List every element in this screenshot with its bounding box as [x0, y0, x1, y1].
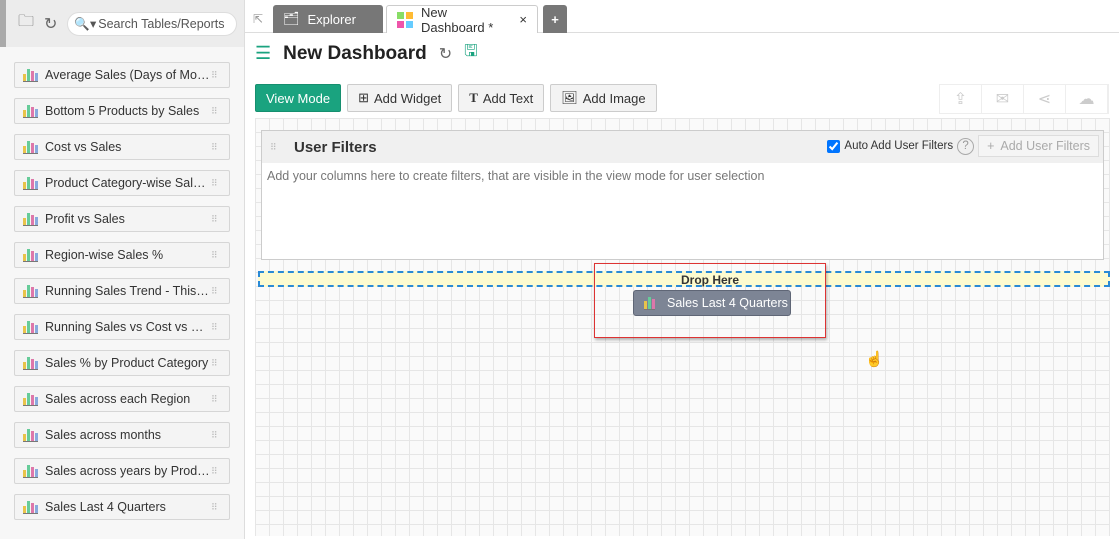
report-list-item[interactable]: Cost vs Sales ⠿ — [14, 134, 230, 160]
report-list-item-label: Sales across months — [45, 428, 162, 442]
drag-handle-icon[interactable]: ⠿ — [211, 142, 225, 153]
report-list-item-label: Sales Last 4 Quarters — [45, 500, 166, 514]
add-tab-button[interactable]: + — [543, 5, 567, 33]
tab-new-dashboard[interactable]: New Dashboard * × — [386, 5, 538, 35]
folder-icon[interactable]: 🗀 — [18, 10, 34, 37]
refresh-icon[interactable]: ↻ — [44, 14, 57, 34]
user-filters-panel: ⠿ User Filters Auto Add User Filters ? + A… — [261, 130, 1104, 260]
chart-icon — [23, 104, 38, 118]
widget-icon: ⊞ — [358, 90, 369, 105]
drag-handle-icon[interactable]: ⠿ — [211, 286, 225, 297]
search-icon: 🔍▾ — [74, 16, 97, 31]
hand-cursor-icon: ☝ — [865, 351, 884, 368]
share-toolbar: ⇪ ✉ ⋖ ☁ — [939, 84, 1109, 114]
image-icon: 🖼 — [561, 90, 578, 105]
dragged-report-chip[interactable]: Sales Last 4 Quarters — [633, 290, 791, 316]
chart-icon — [23, 212, 38, 226]
report-list-item-label: Profit vs Sales — [45, 212, 125, 226]
user-filters-title: User Filters — [294, 138, 377, 156]
report-list-item[interactable]: Sales % by Product Category ⠿ — [14, 350, 230, 376]
report-list-item-label: Product Category-wise Sales % — [45, 176, 211, 190]
drag-handle-icon[interactable]: ⠿ — [211, 214, 225, 225]
report-list-item-label: Sales across years by Product — [45, 464, 211, 478]
report-list-item[interactable]: Running Sales vs Cost vs Profit ⠿ — [14, 314, 230, 340]
report-list-item-label: Average Sales (Days of Month) — [45, 68, 211, 82]
add-image-button[interactable]: 🖼 Add Image — [550, 84, 657, 112]
tab-bar: ⇱ 🗂 Explorer New Dashboard * × + — [245, 0, 1119, 35]
save-icon[interactable]: 🖫 — [464, 40, 478, 67]
drag-handle-icon[interactable]: ⠿ — [211, 358, 225, 369]
report-list-item[interactable]: Bottom 5 Products by Sales ⠿ — [14, 98, 230, 124]
chart-icon — [23, 248, 38, 262]
toolbar: View Mode ⊞ Add Widget T Add Text 🖼 Add Ima… — [255, 84, 657, 112]
email-icon[interactable]: ✉ — [982, 85, 1024, 113]
drag-handle-icon[interactable]: ⠿ — [211, 250, 225, 261]
report-list: Average Sales (Days of Month) ⠿ Bottom 5 P… — [14, 62, 230, 530]
report-list-item[interactable]: Sales across months ⠿ — [14, 422, 230, 448]
report-list-item-label: Cost vs Sales — [45, 140, 122, 154]
report-list-item-label: Sales across each Region — [45, 392, 191, 406]
drag-handle-icon[interactable]: ⠿ — [211, 70, 225, 81]
search-input[interactable]: 🔍▾ Search Tables/Reports — [67, 11, 238, 36]
add-user-filters-button[interactable]: + Add User Filters — [978, 135, 1099, 157]
chart-icon — [23, 176, 38, 190]
explorer-icon: 🗂 — [283, 11, 300, 26]
chart-icon — [23, 356, 38, 370]
view-mode-button[interactable]: View Mode — [255, 84, 342, 112]
dashboard-canvas[interactable]: ⠿ User Filters Auto Add User Filters ? + A… — [255, 118, 1110, 536]
report-list-item-label: Running Sales vs Cost vs Profit — [45, 320, 211, 334]
add-text-button[interactable]: T Add Text — [458, 84, 545, 112]
chart-icon — [23, 320, 38, 334]
report-list-item-label: Region-wise Sales % — [45, 248, 164, 262]
collapse-icon[interactable]: ⇱ — [253, 12, 263, 26]
menu-add-icon[interactable]: ☰ — [255, 43, 271, 64]
drag-handle-icon[interactable]: ⠿ — [211, 466, 225, 477]
report-list-item[interactable]: Average Sales (Days of Month) ⠿ — [14, 62, 230, 88]
chart-icon — [23, 428, 38, 442]
drag-handle-icon[interactable]: ⠿ — [211, 106, 225, 117]
report-list-item[interactable]: Product Category-wise Sales % ⠿ — [14, 170, 230, 196]
share-icon[interactable]: ⋖ — [1024, 85, 1066, 113]
help-icon[interactable]: ? — [957, 137, 975, 155]
chart-icon — [23, 68, 38, 82]
report-list-item[interactable]: Sales across each Region ⠿ — [14, 386, 230, 412]
text-icon: T — [469, 90, 478, 105]
report-list-item[interactable]: Running Sales Trend - This Year ⠿ — [14, 278, 230, 304]
cloud-upload-icon[interactable]: ☁ — [1066, 85, 1108, 113]
sidebar: 🗀 ↻ 🔍▾ Search Tables/Reports Average Sale… — [0, 0, 245, 539]
sidebar-toolbar: 🗀 ↻ 🔍▾ Search Tables/Reports — [0, 0, 244, 47]
chart-icon — [23, 392, 38, 406]
page-title: New Dashboard — [283, 42, 427, 64]
auto-add-checkbox[interactable] — [827, 139, 841, 153]
chart-icon — [23, 464, 38, 478]
filters-hint: Add your columns here to create filters,… — [267, 169, 765, 183]
chart-icon — [644, 296, 655, 310]
auto-add-label: Auto Add User Filters — [844, 140, 954, 152]
report-list-item-label: Running Sales Trend - This Year — [45, 284, 211, 298]
chart-icon — [23, 284, 38, 298]
report-list-item[interactable]: Sales across years by Product ⠿ — [14, 458, 230, 484]
drag-handle-icon[interactable]: ⠿ — [211, 502, 225, 513]
chart-icon — [23, 140, 38, 154]
tab-explorer[interactable]: 🗂 Explorer — [273, 5, 383, 33]
drop-here-label: Drop Here — [680, 273, 739, 287]
drag-handle-icon[interactable]: ⠿ — [211, 430, 225, 441]
dashboard-header: ☰ New Dashboard ↻ 🖫 — [255, 40, 478, 67]
report-list-item-label: Sales % by Product Category — [45, 356, 209, 370]
drag-handle-icon[interactable]: ⠿ — [211, 394, 225, 405]
report-list-item[interactable]: Region-wise Sales % ⠿ — [14, 242, 230, 268]
close-icon[interactable]: × — [519, 12, 527, 27]
report-list-item-label: Bottom 5 Products by Sales — [45, 104, 200, 118]
report-list-item[interactable]: Profit vs Sales ⠿ — [14, 206, 230, 232]
drag-handle-icon[interactable]: ⠿ — [211, 178, 225, 189]
chart-icon — [23, 500, 38, 514]
refresh-icon[interactable]: ↻ — [439, 44, 452, 64]
drag-handle-icon[interactable]: ⠿ — [270, 142, 284, 153]
report-list-item[interactable]: Sales Last 4 Quarters ⠿ — [14, 494, 230, 520]
drag-ghost: Drop Here Sales Last 4 Quarters — [594, 263, 826, 338]
add-widget-button[interactable]: ⊞ Add Widget — [347, 84, 453, 112]
dashboard-icon — [397, 11, 413, 28]
drag-handle-icon[interactable]: ⠿ — [211, 322, 225, 333]
export-icon[interactable]: ⇪ — [940, 85, 982, 113]
